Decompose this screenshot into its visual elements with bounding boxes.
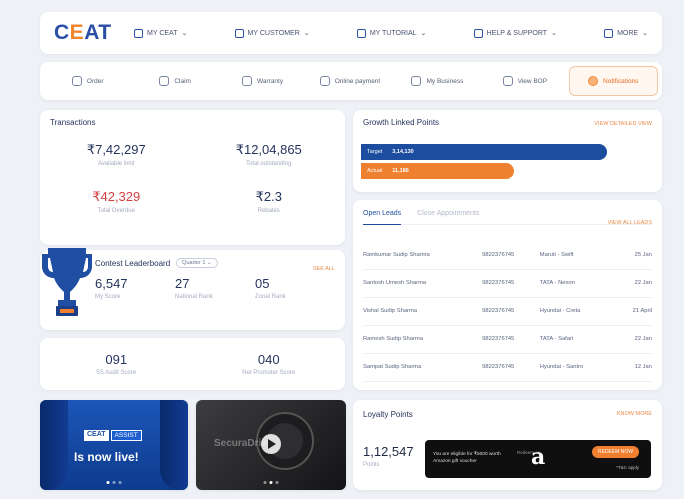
curtain-left	[40, 400, 68, 490]
contest-leaderboard-card: Contest Leaderboard Quarter 1 ⌄ SEE ALL …	[40, 248, 345, 330]
quick-link-order[interactable]: Order	[44, 66, 131, 96]
banner-headline: Is now live!	[74, 450, 139, 464]
actual-bar: Actual 11,186	[361, 163, 514, 179]
loyalty-title: Loyalty Points	[363, 410, 413, 419]
banner-ceat-badge: CEAT	[84, 430, 109, 441]
cart-icon	[71, 76, 82, 86]
growth-detail-link[interactable]: VIEW DETAILED VIEW	[594, 121, 652, 127]
carousel-dots[interactable]	[106, 481, 122, 484]
table-row[interactable]: Santosh Umesh Sharma 9822376745 TATA - Nex…	[363, 269, 652, 298]
quick-links-bar: Order Claim Warranty Online payment My B…	[40, 62, 662, 100]
ceat-assist-banner[interactable]: CEAT ASSIST Is now live!	[40, 400, 188, 490]
loyalty-points-value: 1,12,547	[363, 444, 414, 459]
top-bar: CEAT MY CEAT ⌄ MY CUSTOMER ⌄ MY TUTORIAL ⌄ …	[40, 12, 662, 54]
claim-icon	[159, 76, 170, 86]
target-bar: Target 3,14,130	[361, 144, 607, 160]
my-score-stat: 6,547 My Score	[95, 276, 128, 300]
contest-title: Contest Leaderboard	[95, 258, 171, 268]
rebates-stat: ₹2.3 Rebates	[255, 189, 282, 214]
quick-link-online-payment[interactable]: Online payment	[306, 66, 393, 96]
chevron-down-icon: ⌄	[642, 30, 648, 37]
leads-card: Open Leads Close Appointments VIEW ALL L…	[353, 200, 662, 390]
table-row[interactable]: Vishal Sudip Sharma 9822376745 Hyundai - C…	[363, 297, 652, 326]
quick-link-warranty[interactable]: Warranty	[219, 66, 306, 96]
banner-assist-badge: ASSIST	[110, 430, 142, 441]
chevron-down-icon: ⌄	[181, 30, 188, 37]
national-rank-stat: 27 National Rank	[175, 276, 213, 300]
contest-see-all-link[interactable]: SEE ALL	[313, 266, 335, 272]
transactions-title: Transactions	[50, 118, 96, 127]
headset-icon	[473, 28, 483, 38]
view-all-leads-link[interactable]: VIEW ALL LEADS	[608, 220, 652, 226]
quarter-select[interactable]: Quarter 1 ⌄	[176, 258, 218, 268]
nav-my-tutorial[interactable]: MY TUTORIAL ⌄	[356, 28, 427, 38]
play-button-icon[interactable]	[261, 434, 281, 454]
video-banner[interactable]: SecuraDrive	[196, 400, 346, 490]
growth-linked-points-card: Growth Linked Points VIEW DETAILED VIEW …	[353, 110, 662, 192]
table-row[interactable]: Ramkumar Sudip Sharma 9822376745 Maruti - …	[363, 241, 652, 270]
tab-open-leads[interactable]: Open Leads	[363, 210, 402, 225]
curtain-right	[160, 400, 188, 490]
nav-help-support[interactable]: HELP & SUPPORT ⌄	[473, 28, 557, 38]
top-nav: MY CEAT ⌄ MY CUSTOMER ⌄ MY TUTORIAL ⌄ HELP …	[134, 28, 648, 38]
user-icon	[234, 28, 244, 38]
nav-my-customer[interactable]: MY CUSTOMER ⌄	[234, 28, 310, 38]
chevron-down-icon: ⌄	[206, 260, 212, 266]
loyalty-points-label: Points	[363, 462, 380, 468]
nav-my-ceat[interactable]: MY CEAT ⌄	[134, 28, 188, 38]
carousel-dots[interactable]	[263, 481, 279, 484]
bell-icon	[588, 76, 599, 86]
redeem-now-button[interactable]: REDEEM NOW	[592, 446, 639, 458]
total-overdue-stat: ₹42,329 Total Overdue	[92, 189, 141, 214]
amazon-voucher-ad[interactable]: You are eligible for ₹5000 worth Amazon …	[425, 440, 651, 478]
zonal-rank-stat: 05 Zonal Rank	[255, 276, 286, 300]
loyalty-points-card: Loyalty Points KNOW MORE 1,12,547 Points…	[353, 400, 662, 490]
quick-link-claim[interactable]: Claim	[131, 66, 218, 96]
trophy-icon	[42, 248, 92, 316]
ceat-logo[interactable]: CEAT	[54, 21, 134, 45]
audit-score-stat: 091 5S Audit Score	[96, 352, 137, 376]
total-outstanding-stat: ₹12,04,865 Total outstanding	[235, 142, 302, 167]
chevron-down-icon: ⌄	[551, 30, 557, 37]
card-icon	[319, 76, 330, 86]
book-icon	[356, 28, 366, 38]
quick-link-notifications[interactable]: Notifications	[568, 66, 658, 96]
briefcase-icon	[411, 76, 422, 86]
chevron-down-icon: ⌄	[303, 30, 310, 37]
quick-link-my-business[interactable]: My Business	[394, 66, 481, 96]
terms-text: *T&C apply	[616, 465, 639, 470]
transactions-card: Transactions ₹7,42,297 Available limit ₹1…	[40, 110, 345, 245]
scores-card: 091 5S Audit Score 040 Net Promoter Score	[40, 338, 345, 390]
table-row[interactable]: Ramesh Sudip Sharma 9822376745 TATA - Safa…	[363, 325, 652, 354]
amazon-logo: a	[531, 444, 546, 470]
ad-text: You are eligible for ₹5000 worth Amazon …	[433, 452, 501, 464]
loyalty-know-more-link[interactable]: KNOW MORE	[617, 411, 652, 417]
eye-icon	[502, 76, 513, 86]
net-promoter-score-stat: 040 Net Promoter Score	[242, 352, 296, 376]
quick-link-view-bop[interactable]: View BOP	[481, 66, 568, 96]
leads-table: Ramkumar Sudip Sharma 9822376745 Maruti - …	[363, 241, 652, 382]
tab-close-appointments[interactable]: Close Appointments	[417, 210, 479, 217]
table-row[interactable]: Sampat Sudip Sharma 9822376745 Hyundai - S…	[363, 353, 652, 382]
grid-icon	[134, 28, 143, 38]
available-limit-stat: ₹7,42,297 Available limit	[86, 142, 146, 167]
more-icon	[604, 28, 614, 38]
shield-icon	[241, 76, 252, 86]
chevron-down-icon: ⌄	[420, 30, 427, 37]
nav-more[interactable]: MORE ⌄	[604, 28, 648, 38]
